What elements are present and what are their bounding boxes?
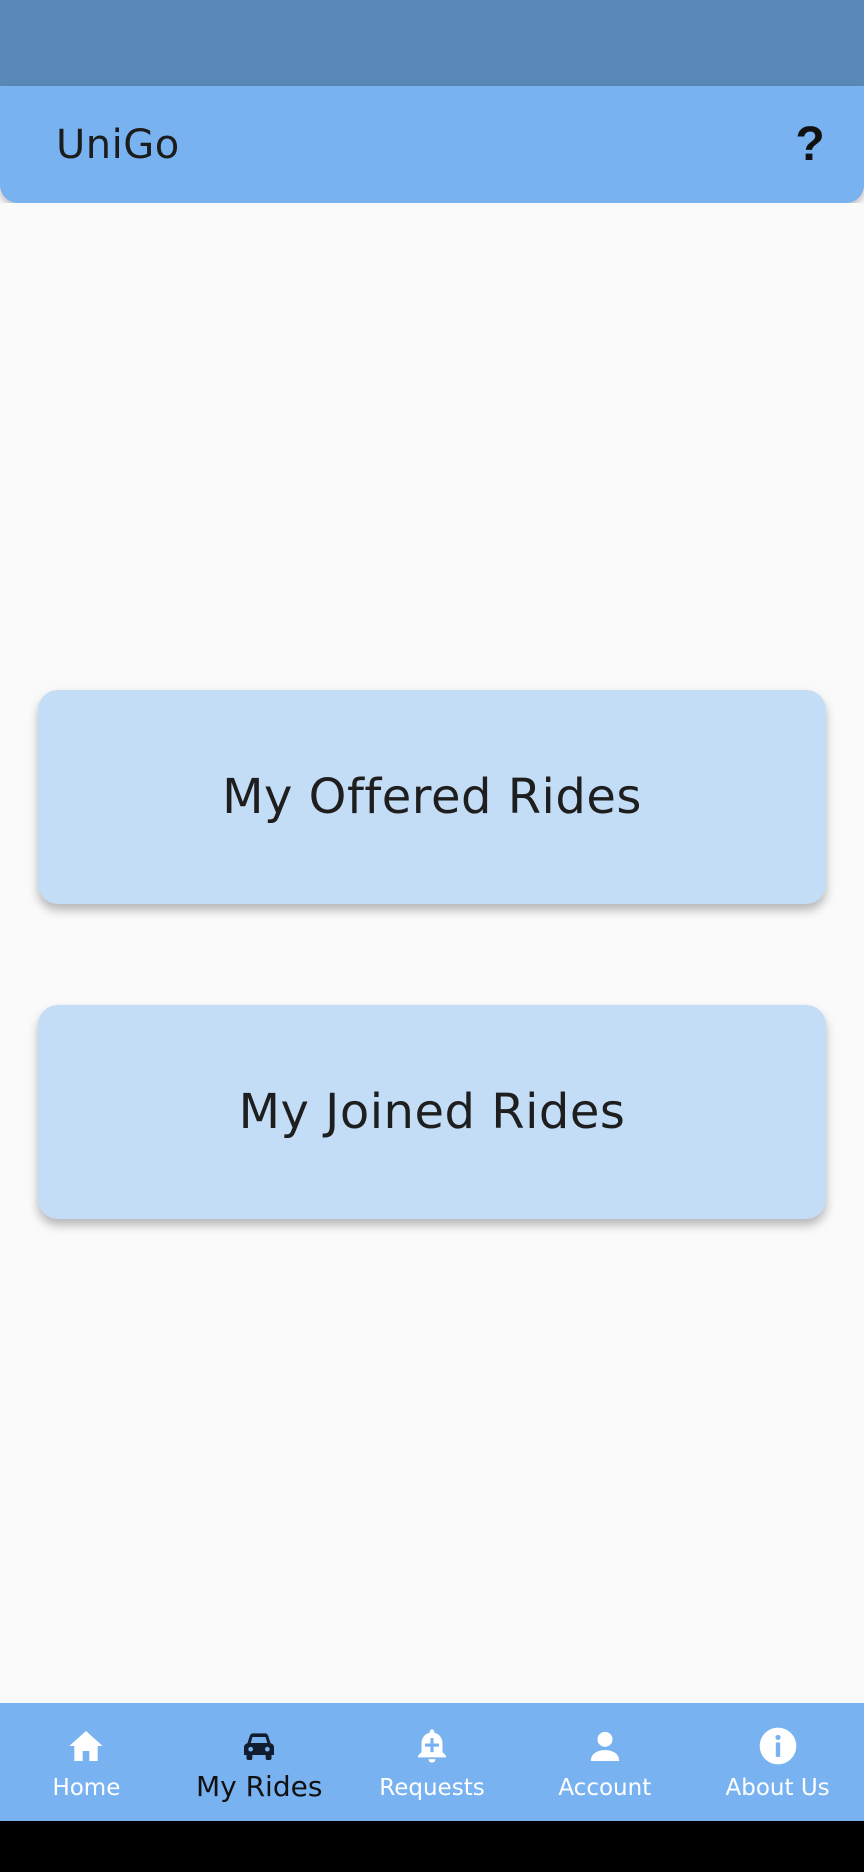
bell-plus-icon [409, 1723, 455, 1769]
nav-item-my-rides[interactable]: My Rides [173, 1703, 346, 1821]
nav-label-about-us: About Us [725, 1775, 830, 1801]
nav-item-requests[interactable]: Requests [346, 1703, 519, 1821]
app-title: UniGo [56, 121, 180, 168]
nav-label-my-rides: My Rides [195, 1769, 323, 1803]
nav-item-home[interactable]: Home [0, 1703, 173, 1821]
help-button[interactable]: ? [786, 117, 834, 173]
info-icon [755, 1723, 801, 1769]
my-joined-rides-button[interactable]: My Joined Rides [38, 1005, 826, 1219]
car-icon [236, 1722, 282, 1768]
nav-label-requests: Requests [379, 1775, 485, 1801]
nav-item-about-us[interactable]: About Us [691, 1703, 864, 1821]
nav-label-home: Home [52, 1775, 121, 1801]
main-content: My Offered Rides My Joined Rides [0, 203, 864, 1703]
home-icon [63, 1723, 109, 1769]
bottom-navigation: Home My Rides Requests Account About Us [0, 1703, 864, 1821]
nav-label-account: Account [558, 1775, 652, 1801]
my-offered-rides-button[interactable]: My Offered Rides [38, 690, 826, 904]
app-bar: UniGo ? [0, 86, 864, 203]
nav-item-account[interactable]: Account [518, 1703, 691, 1821]
person-icon [582, 1723, 628, 1769]
status-bar [0, 0, 864, 86]
system-navigation-bar [0, 1821, 864, 1872]
